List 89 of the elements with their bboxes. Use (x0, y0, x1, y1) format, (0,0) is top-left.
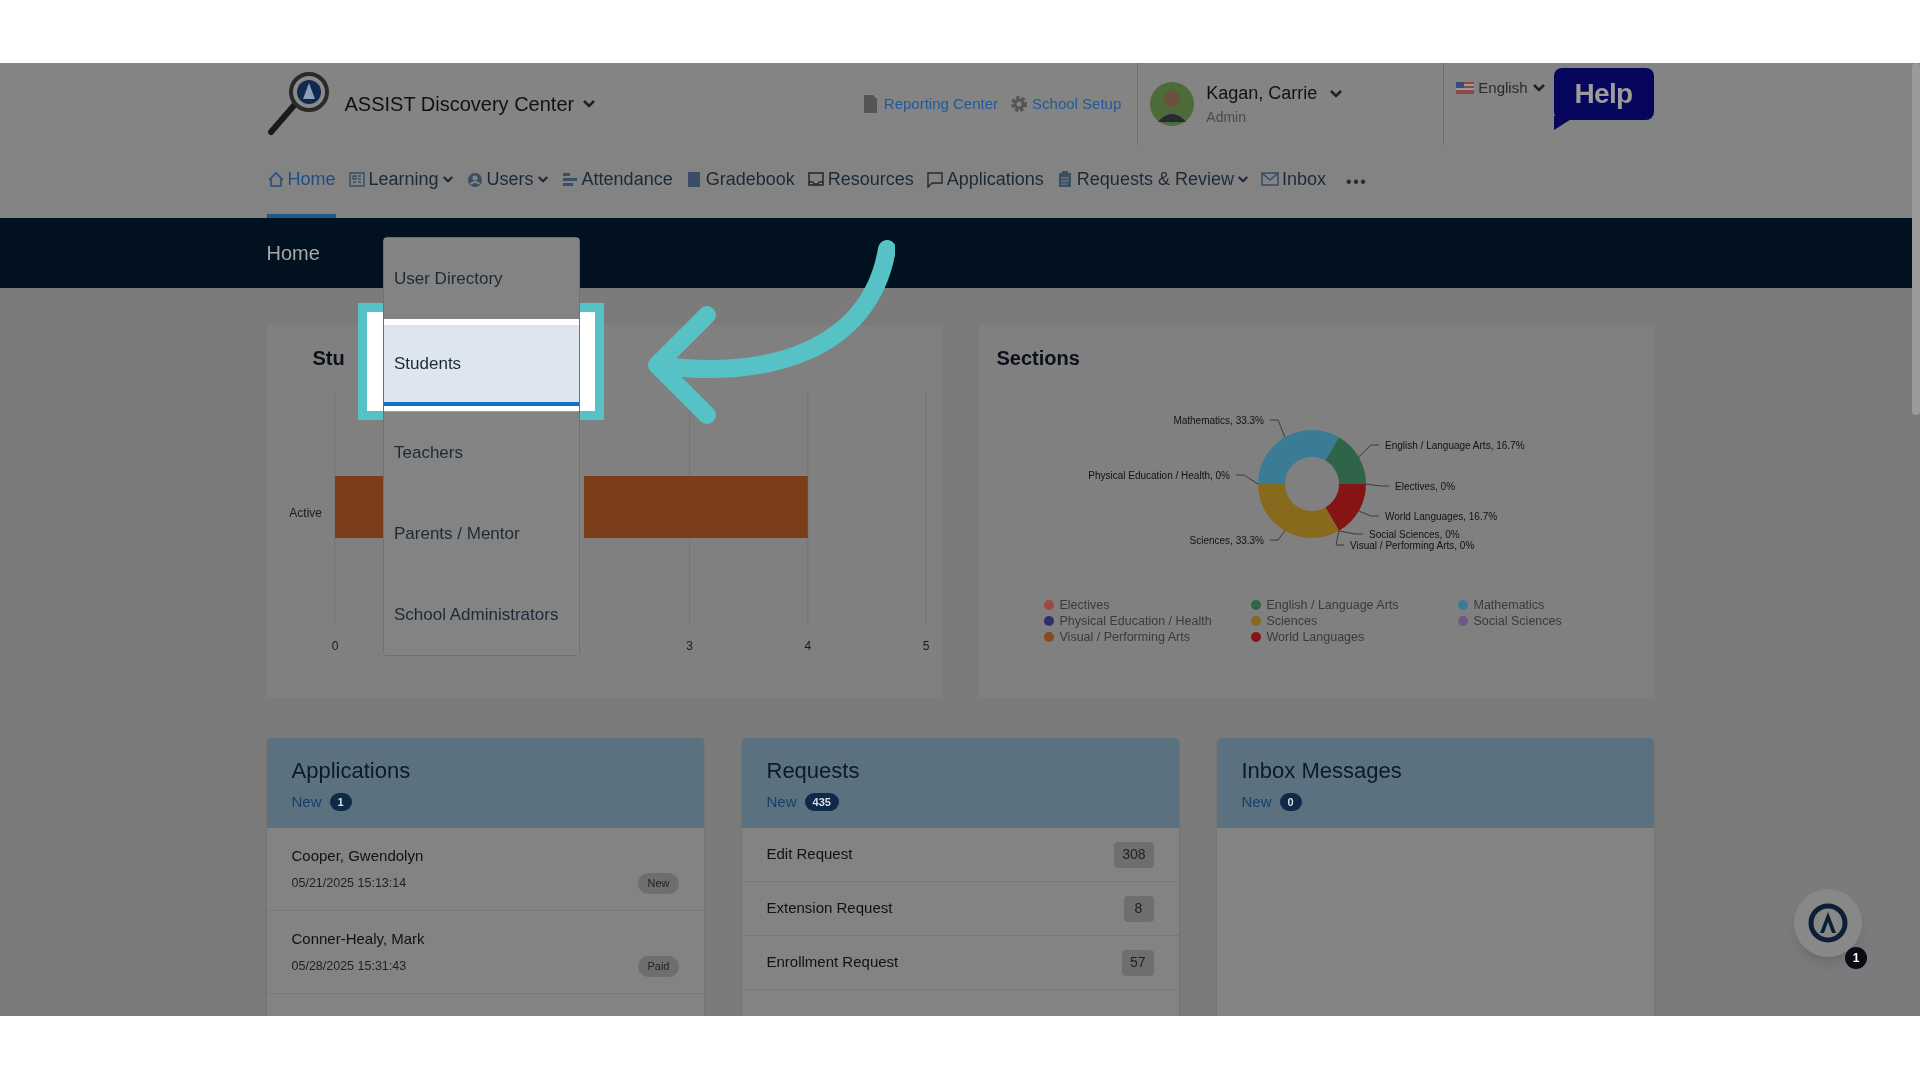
legend-label: Visual / Performing Arts (1059, 629, 1190, 645)
menu-item[interactable]: Students (384, 325, 579, 406)
leader-line (1357, 510, 1379, 517)
nav-tab[interactable]: Gradebook (684, 145, 795, 218)
user-name[interactable]: Kagan, Carrie (1206, 80, 1318, 107)
count-badge: 0 (1279, 793, 1302, 812)
legend-label: Electives (1059, 597, 1110, 613)
list-row[interactable]: Extension Request 8 (741, 882, 1179, 936)
leader-line (1269, 530, 1285, 541)
avatar-icon[interactable] (1150, 82, 1195, 126)
request-type: Edit Request (766, 844, 853, 865)
list-row[interactable]: Cooper, Gwendolyn 05/21/2025 15:13:14 New (266, 828, 704, 911)
help-button[interactable]: Help (1553, 68, 1654, 120)
nav-tab[interactable]: Requests & Review (1055, 145, 1249, 218)
logo-icon (1808, 903, 1848, 943)
flag-icon (1456, 82, 1475, 95)
scrollbar-thumb[interactable] (1912, 63, 1920, 415)
language-selector[interactable]: English (1478, 77, 1528, 100)
chevron-down-icon[interactable] (1531, 83, 1546, 94)
count-badge: 1 (329, 793, 352, 812)
tick-label: 5 (922, 639, 929, 653)
chevron-down-icon[interactable] (582, 99, 597, 109)
nav-tab[interactable]: Attendance (560, 145, 673, 218)
list-row[interactable]: Enrollment Request 57 (741, 936, 1179, 990)
data-label: Electives, 0% (1394, 481, 1455, 492)
user-role: Admin (1206, 108, 1247, 127)
status-badge: New (638, 873, 679, 894)
timestamp: 05/28/2025 15:31:43 (291, 957, 407, 975)
page-title: Home (266, 241, 320, 266)
tick-label: 0 (331, 639, 338, 653)
grid-icon (347, 169, 366, 190)
tick-label: 4 (803, 639, 811, 653)
data-label: Physical Education / Health, 0% (1087, 470, 1230, 481)
count-badge: 308 (1114, 841, 1154, 868)
new-label: New (1241, 792, 1272, 812)
chevron-down-icon[interactable] (536, 175, 549, 184)
request-type: Extension Request (766, 898, 893, 919)
leader-line (1269, 419, 1285, 438)
card-title: Requests (766, 757, 860, 785)
legend-label: Physical Education / Health (1059, 613, 1212, 629)
data-label: World Languages, 16.7% (1384, 511, 1497, 522)
nav-tab[interactable]: Learning (347, 145, 454, 218)
legend-label: Mathematics (1473, 597, 1545, 613)
chevron-down-icon[interactable] (441, 175, 454, 184)
document-icon (861, 94, 880, 114)
leader-line (1365, 483, 1389, 487)
chevron-down-icon[interactable] (1329, 88, 1344, 99)
leader-line (1357, 444, 1379, 458)
data-label: Social Sciences, 0% (1368, 529, 1460, 540)
count-badge: 435 (804, 793, 839, 812)
new-label: New (291, 792, 322, 812)
request-type: Enrollment Request (766, 952, 899, 973)
card-title: Inbox Messages (1241, 757, 1402, 785)
card-title: Sections (996, 346, 1080, 367)
list-row[interactable]: Edit Request 308 (741, 828, 1179, 882)
data-label: Sciences, 33.3% (1189, 535, 1264, 546)
home-icon (266, 169, 285, 190)
new-label: New (766, 792, 797, 812)
nav-tab[interactable]: Inbox (1260, 145, 1326, 218)
more-button[interactable]: ••• (1345, 145, 1368, 218)
legend-label: Social Sciences (1473, 613, 1562, 629)
applicant-name: Conner-Healy, Mark (291, 928, 426, 949)
data-label: Visual / Performing Arts, 0% (1349, 540, 1474, 551)
legend-label: English / Language Arts (1266, 597, 1399, 613)
card-title: Applications (291, 757, 411, 785)
menu-item[interactable]: Teachers (384, 412, 579, 493)
app-title[interactable]: ASSIST Discovery Center (344, 89, 575, 119)
nav-tab[interactable]: Resources (806, 145, 914, 218)
legend-label: World Languages (1266, 629, 1365, 645)
axis-label: Active (288, 506, 322, 520)
timestamp: 05/21/2025 15:13:14 (291, 874, 407, 892)
card-title: Stu (312, 346, 345, 367)
list-row[interactable]: Conner-Healy, Mark 05/28/2025 15:31:43 Paid (266, 911, 704, 994)
count-badge: 8 (1123, 895, 1154, 922)
applicant-name: Cooper, Gwendolyn (291, 845, 425, 866)
notification-badge: 1 (1845, 947, 1867, 969)
menu-item[interactable]: User Directory (384, 238, 579, 319)
status-badge: Paid (638, 956, 679, 977)
settings-icon (1010, 94, 1029, 114)
nav-tab[interactable]: Applications (925, 145, 1044, 218)
speech-bubble-icon (925, 169, 944, 190)
legend-label: Sciences (1266, 613, 1318, 629)
tick-label: 3 (685, 639, 693, 653)
data-label: English / Language Arts, 16.7% (1384, 440, 1525, 451)
chevron-down-icon[interactable] (1236, 175, 1249, 184)
nav-tab[interactable]: Users (465, 145, 549, 218)
leader-line (1235, 474, 1258, 485)
count-badge: 57 (1121, 949, 1154, 976)
data-label: Mathematics, 33.3% (1172, 415, 1264, 426)
